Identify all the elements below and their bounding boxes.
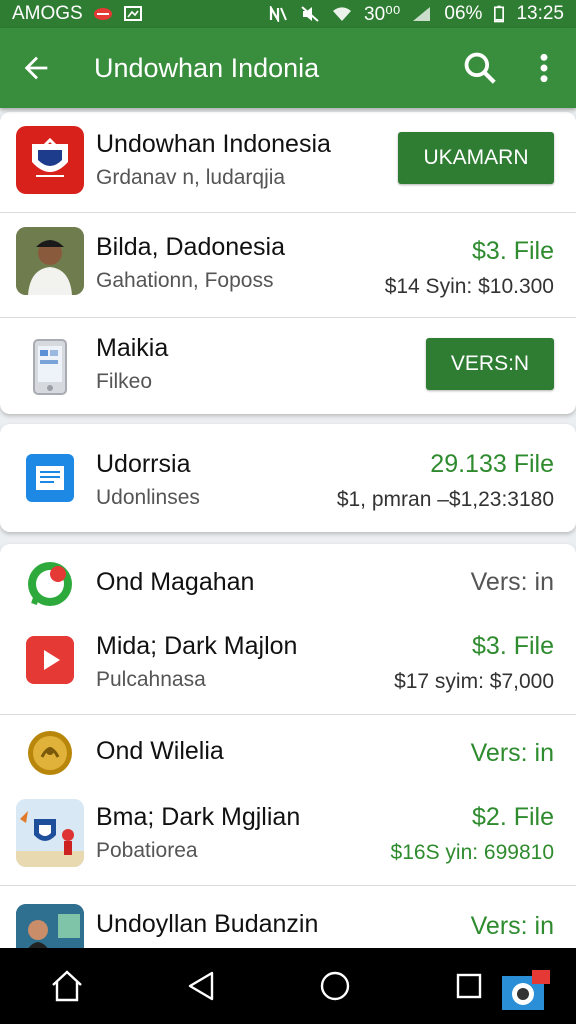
app-subtitle: Pobatiorea	[96, 839, 198, 862]
app-bar: Undowhan Indonia	[0, 28, 576, 108]
battery-label: 06%	[444, 3, 483, 24]
app-name: Maikia	[96, 334, 169, 362]
app-name: Udorrsia	[96, 450, 191, 478]
app-name: Undowhan Indonesia	[96, 130, 331, 158]
home-icon	[52, 970, 82, 1002]
list-item[interactable]: Bilda, Dadonesia Gahationn, Foposs $3. F…	[0, 213, 576, 317]
wifi-icon	[333, 7, 352, 21]
app-logo-icon	[16, 126, 84, 194]
arrow-left-icon	[24, 56, 48, 80]
triangle-back-icon	[188, 971, 214, 1001]
price-label: 29.133 File	[430, 450, 554, 478]
list-item[interactable]: Undowhan Indonesia Grdanav n, ludarqjia …	[0, 112, 576, 212]
page-title: Undowhan Indonia	[94, 52, 320, 83]
version-label: Vers: in	[470, 912, 554, 940]
mute-icon	[301, 6, 319, 22]
price-range: $17 syim: $7,000	[394, 670, 554, 693]
battery-icon	[494, 5, 505, 23]
version-label: Vers: in	[470, 739, 554, 767]
app-name: Mida; Dark Majlon	[96, 632, 298, 660]
list-item[interactable]: Bma; Dark Mgjlian Pobatiorea $2. File $1…	[0, 795, 576, 885]
price-range: $16S yin: 699810	[390, 841, 554, 864]
search-button[interactable]	[448, 28, 512, 108]
app-name: Undoyllan Budanzin	[96, 910, 319, 938]
camera-app-icon	[502, 970, 550, 1010]
app-subtitle: Udonlinses	[96, 486, 200, 509]
image-notification-icon	[123, 6, 142, 21]
app-name: Ond Wilelia	[96, 737, 224, 765]
recents-button[interactable]	[439, 956, 499, 1016]
list-item[interactable]: Mida; Dark Majlon Pulcahnasa $3. File $1…	[0, 624, 576, 714]
more-vert-icon	[540, 53, 548, 83]
app-subtitle: Pulcahnasa	[96, 668, 206, 691]
game-thumbnail-icon	[16, 799, 84, 867]
app-card-1: Undowhan Indonesia Grdanav n, ludarqjia …	[0, 112, 576, 414]
cell-signal-icon	[413, 7, 431, 21]
version-button[interactable]: VERS:N	[426, 338, 554, 390]
price-range: $14 Syin: $10.300	[384, 275, 554, 298]
back-nav-button[interactable]	[171, 956, 231, 1016]
signal-text: 30⁰⁰	[364, 3, 401, 25]
app-subtitle: Grdanav n, ludarqjia	[96, 166, 286, 189]
app-name: Bilda, Dadonesia	[96, 233, 286, 261]
list-item[interactable]: Maikia Filkeo VERS:N	[0, 318, 576, 414]
list-item[interactable]: Udorrsia Udonlinses 29.133 File $1, pmra…	[0, 424, 576, 532]
notification-icon	[93, 8, 112, 20]
list-item[interactable]: Ond Wilelia Vers: in	[0, 715, 576, 795]
system-nav-bar	[0, 948, 576, 1024]
price-label: $2. File	[472, 803, 554, 831]
price-label: $3. File	[472, 237, 554, 265]
app-subtitle: Gahationn, Foposs	[96, 269, 274, 292]
list-item[interactable]: Ond Magahan Vers: in	[0, 544, 576, 624]
status-bar: AMOGS 30⁰⁰ 06% 13:25	[0, 0, 576, 28]
back-button[interactable]	[0, 28, 72, 108]
avatar	[16, 227, 84, 295]
chat-app-icon	[26, 560, 74, 608]
price-range: $1, pmran –$1,23:3180	[336, 488, 554, 511]
carrier-label: AMOGS	[12, 3, 83, 24]
home-circle-button[interactable]	[305, 956, 365, 1016]
app-name: Ond Magahan	[96, 568, 255, 596]
version-label: Vers: in	[470, 568, 554, 596]
search-icon	[464, 52, 496, 84]
phone-icon	[16, 332, 84, 400]
app-card-2: Udorrsia Udonlinses 29.133 File $1, pmra…	[0, 424, 576, 532]
floating-app-shortcut[interactable]	[502, 970, 550, 1012]
app-subtitle: Filkeo	[96, 370, 153, 393]
app-name: Bma; Dark Mgjlian	[96, 803, 301, 831]
install-button[interactable]: UKAMARN	[398, 132, 554, 184]
gold-coin-icon	[26, 729, 74, 777]
app-card-3: Ond Magahan Vers: in Mida; Dark Majlon P…	[0, 544, 576, 964]
price-label: $3. File	[472, 632, 554, 660]
clock: 13:25	[516, 3, 564, 24]
overflow-menu-button[interactable]	[512, 28, 576, 108]
square-recents-icon	[456, 973, 482, 999]
circle-home-icon	[320, 971, 350, 1001]
video-play-icon	[26, 636, 74, 684]
document-app-icon	[26, 454, 74, 502]
home-button[interactable]	[37, 956, 97, 1016]
nfc-icon	[269, 6, 287, 22]
